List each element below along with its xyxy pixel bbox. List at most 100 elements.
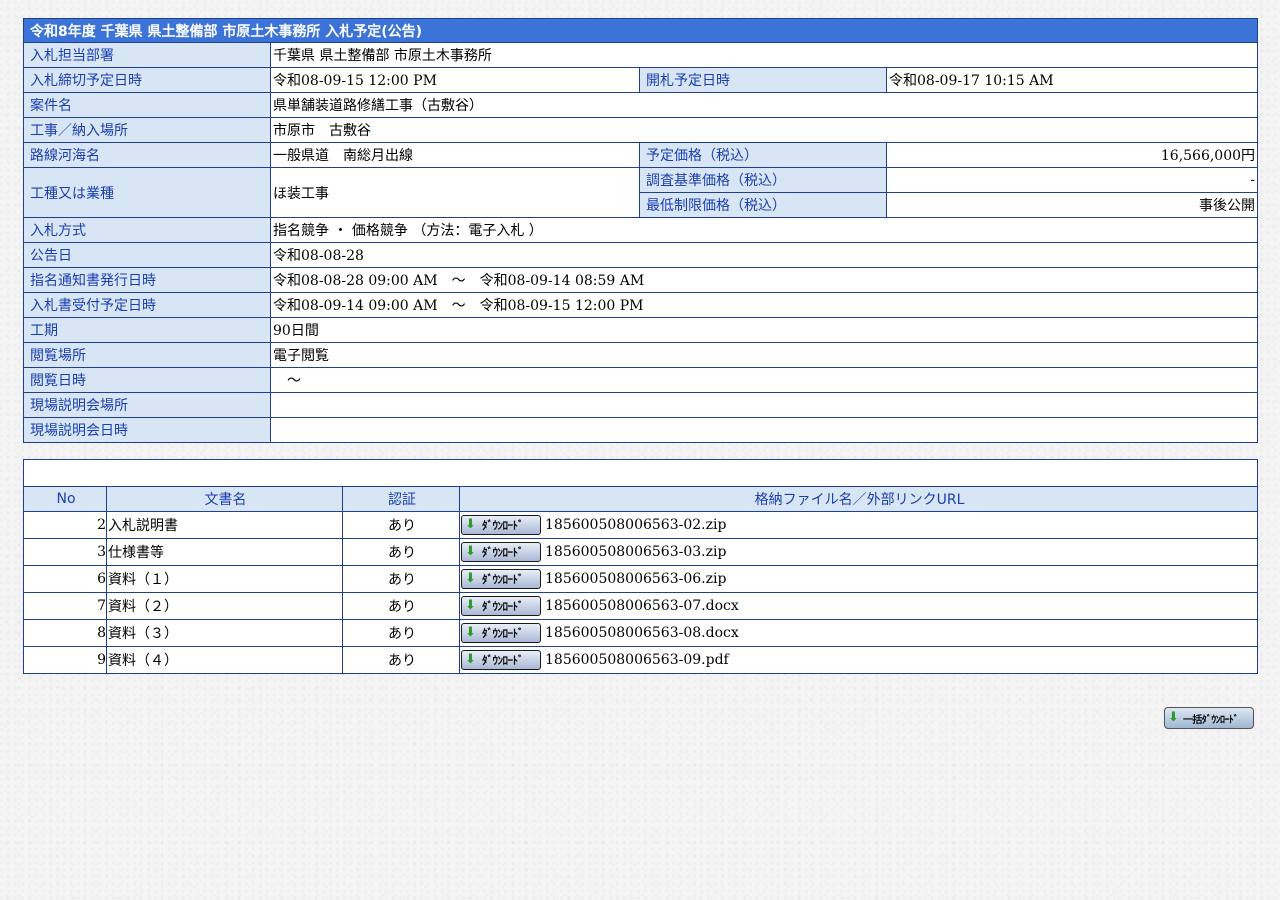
briefing-date-label: 現場説明会日時 xyxy=(23,417,271,443)
doc-file-cell: ⬇ ﾀﾞｳﾝﾛｰﾄﾞ 185600508006563-02.zip xyxy=(459,511,1258,539)
download-button-label: ﾀﾞｳﾝﾛｰﾄﾞ xyxy=(482,573,524,586)
opening-value: 令和08-09-17 10:15 AM xyxy=(885,67,1259,93)
case-label: 案件名 xyxy=(23,92,271,118)
col-header-file: 格納ファイル名／外部リンクURL xyxy=(459,486,1258,512)
nomination-label: 指名通知書発行日時 xyxy=(23,267,271,293)
doc-auth: あり xyxy=(342,619,460,647)
route-value: 一般県道 南総月出線 xyxy=(270,142,640,168)
download-button[interactable]: ⬇ ﾀﾞｳﾝﾛｰﾄﾞ xyxy=(461,650,541,670)
doc-name: 入札説明書 xyxy=(106,511,343,539)
download-button-label: ﾀﾞｳﾝﾛｰﾄﾞ xyxy=(482,519,524,532)
briefing-place-label: 現場説明会場所 xyxy=(23,392,271,418)
col-header-name: 文書名 xyxy=(106,486,343,512)
doc-file-cell: ⬇ ﾀﾞｳﾝﾛｰﾄﾞ 185600508006563-06.zip xyxy=(459,565,1258,593)
briefing-place-value xyxy=(269,392,1259,418)
bulk-download-label: 一括ﾀﾞｳﾝﾛｰﾄﾞ xyxy=(1183,715,1239,726)
table-row: 2 入札説明書 あり ⬇ ﾀﾞｳﾝﾛｰﾄﾞ 185600508006563-02.zip xyxy=(23,511,1258,539)
dept-value: 千葉県 県土整備部 市原土木事務所 xyxy=(269,42,1259,68)
place-value: 市原市 古敷谷 xyxy=(269,117,1259,143)
download-arrow-icon: ⬇ xyxy=(465,571,476,586)
page-content: 令和8年度 千葉県 県土整備部 市原土木事務所 入札予定(公告) 入札担当部署 … xyxy=(22,18,1259,674)
download-button-label: ﾀﾞｳﾝﾛｰﾄﾞ xyxy=(482,654,524,667)
doc-auth: あり xyxy=(342,538,460,566)
table-row: 9 資料（４） あり ⬇ ﾀﾞｳﾝﾛｰﾄﾞ 185600508006563-09.pdf xyxy=(23,646,1258,674)
download-arrow-icon: ⬇ xyxy=(465,625,476,640)
min-price-label: 最低制限価格（税込） xyxy=(639,192,887,218)
col-header-auth: 認証 xyxy=(342,486,460,512)
period-label: 工期 xyxy=(23,317,271,343)
documents-table: 説明文書等 No 文書名 認証 格納ファイル名／外部リンクURL 2 入札説明書あ… xyxy=(23,459,1258,674)
worktype-value: ほ装工事 xyxy=(270,167,640,218)
doc-auth: あり xyxy=(342,511,460,539)
download-button[interactable]: ⬇ ﾀﾞｳﾝﾛｰﾄﾞ xyxy=(461,569,541,589)
notice-date-value: 令和08-08-28 xyxy=(269,242,1259,268)
place-label: 工事／納入場所 xyxy=(23,117,271,143)
documents-title: 説明文書等 xyxy=(23,459,1258,487)
planned-price-value: 16,566,000円 xyxy=(885,142,1259,168)
download-button-label: ﾀﾞｳﾝﾛｰﾄﾞ xyxy=(482,546,524,559)
doc-file-cell: ⬇ ﾀﾞｳﾝﾛｰﾄﾞ 185600508006563-07.docx xyxy=(459,592,1258,620)
table-row: 7 資料（２） あり ⬇ ﾀﾞｳﾝﾛｰﾄﾞ 185600508006563-07.docx xyxy=(23,592,1258,620)
deadline-label: 入札締切予定日時 xyxy=(23,67,271,93)
doc-no: 3 xyxy=(23,538,107,566)
case-value: 県単舗装道路修繕工事（古敷谷） xyxy=(269,92,1259,118)
route-label: 路線河海名 xyxy=(23,142,271,168)
download-button[interactable]: ⬇ ﾀﾞｳﾝﾛｰﾄﾞ xyxy=(461,623,541,643)
doc-file-cell: ⬇ ﾀﾞｳﾝﾛｰﾄﾞ 185600508006563-08.docx xyxy=(459,619,1258,647)
doc-name: 資料（４） xyxy=(106,646,343,674)
table-row: 8 資料（３） あり ⬇ ﾀﾞｳﾝﾛｰﾄﾞ 185600508006563-08.docx xyxy=(23,619,1258,647)
survey-price-label: 調査基準価格（税込） xyxy=(639,167,887,193)
receipt-label: 入札書受付予定日時 xyxy=(23,292,271,318)
doc-no: 2 xyxy=(23,511,107,539)
doc-file-name: 185600508006563-08.docx xyxy=(545,625,739,641)
viewing-date-label: 閲覧日時 xyxy=(23,367,271,393)
table-row: 6 資料（１） あり ⬇ ﾀﾞｳﾝﾛｰﾄﾞ 185600508006563-06.zip xyxy=(23,565,1258,593)
download-arrow-icon: ⬇ xyxy=(1168,710,1179,725)
page-title: 令和8年度 千葉県 県土整備部 市原土木事務所 入札予定(公告) xyxy=(22,18,1259,43)
method-value: 指名競争 ・ 価格競争 （方法：電子入札 ） xyxy=(269,217,1259,243)
doc-file-cell: ⬇ ﾀﾞｳﾝﾛｰﾄﾞ 185600508006563-03.zip xyxy=(459,538,1258,566)
doc-no: 7 xyxy=(23,592,107,620)
planned-price-label: 予定価格（税込） xyxy=(639,142,887,168)
viewing-place-label: 閲覧場所 xyxy=(23,342,271,368)
method-label: 入札方式 xyxy=(23,217,271,243)
doc-name: 資料（３） xyxy=(106,619,343,647)
doc-name: 資料（１） xyxy=(106,565,343,593)
download-button[interactable]: ⬇ ﾀﾞｳﾝﾛｰﾄﾞ xyxy=(461,542,541,562)
viewing-place-value: 電子閲覧 xyxy=(269,342,1259,368)
viewing-date-value: ～ xyxy=(269,367,1259,393)
dept-label: 入札担当部署 xyxy=(23,42,271,68)
nomination-value: 令和08-08-28 09:00 AM ～ 令和08-09-14 08:59 A… xyxy=(269,267,1259,293)
download-arrow-icon: ⬇ xyxy=(465,544,476,559)
bid-info-table: 令和8年度 千葉県 県土整備部 市原土木事務所 入札予定(公告) 入札担当部署 … xyxy=(22,18,1259,443)
download-arrow-icon: ⬇ xyxy=(465,517,476,532)
briefing-date-value xyxy=(269,417,1259,443)
bulk-download-button[interactable]: ⬇ 一括ﾀﾞｳﾝﾛｰﾄﾞ xyxy=(1164,707,1254,729)
doc-auth: あり xyxy=(342,646,460,674)
doc-no: 8 xyxy=(23,619,107,647)
receipt-value: 令和08-09-14 09:00 AM ～ 令和08-09-15 12:00 P… xyxy=(269,292,1259,318)
doc-file-name: 185600508006563-07.docx xyxy=(545,598,739,614)
period-value: 90日間 xyxy=(269,317,1259,343)
doc-file-name: 185600508006563-09.pdf xyxy=(545,652,729,668)
doc-no: 6 xyxy=(23,565,107,593)
doc-auth: あり xyxy=(342,592,460,620)
download-button[interactable]: ⬇ ﾀﾞｳﾝﾛｰﾄﾞ xyxy=(461,515,541,535)
table-row: 3 仕様書等 あり ⬇ ﾀﾞｳﾝﾛｰﾄﾞ 185600508006563-03.zip xyxy=(23,538,1258,566)
doc-name: 仕様書等 xyxy=(106,538,343,566)
doc-file-cell: ⬇ ﾀﾞｳﾝﾛｰﾄﾞ 185600508006563-09.pdf xyxy=(459,646,1258,674)
deadline-value: 令和08-09-15 12:00 PM xyxy=(270,67,640,93)
doc-no: 9 xyxy=(23,646,107,674)
notice-date-label: 公告日 xyxy=(23,242,271,268)
min-price-value: 事後公開 xyxy=(885,192,1259,218)
doc-name: 資料（２） xyxy=(106,592,343,620)
download-button[interactable]: ⬇ ﾀﾞｳﾝﾛｰﾄﾞ xyxy=(461,596,541,616)
doc-file-name: 185600508006563-06.zip xyxy=(545,571,727,587)
doc-file-name: 185600508006563-03.zip xyxy=(545,544,727,560)
survey-price-value: - xyxy=(885,167,1259,193)
worktype-label: 工種又は業種 xyxy=(23,167,271,218)
download-button-label: ﾀﾞｳﾝﾛｰﾄﾞ xyxy=(482,627,524,640)
col-header-no: No xyxy=(23,486,107,512)
download-arrow-icon: ⬇ xyxy=(465,598,476,613)
doc-file-name: 185600508006563-02.zip xyxy=(545,517,727,533)
